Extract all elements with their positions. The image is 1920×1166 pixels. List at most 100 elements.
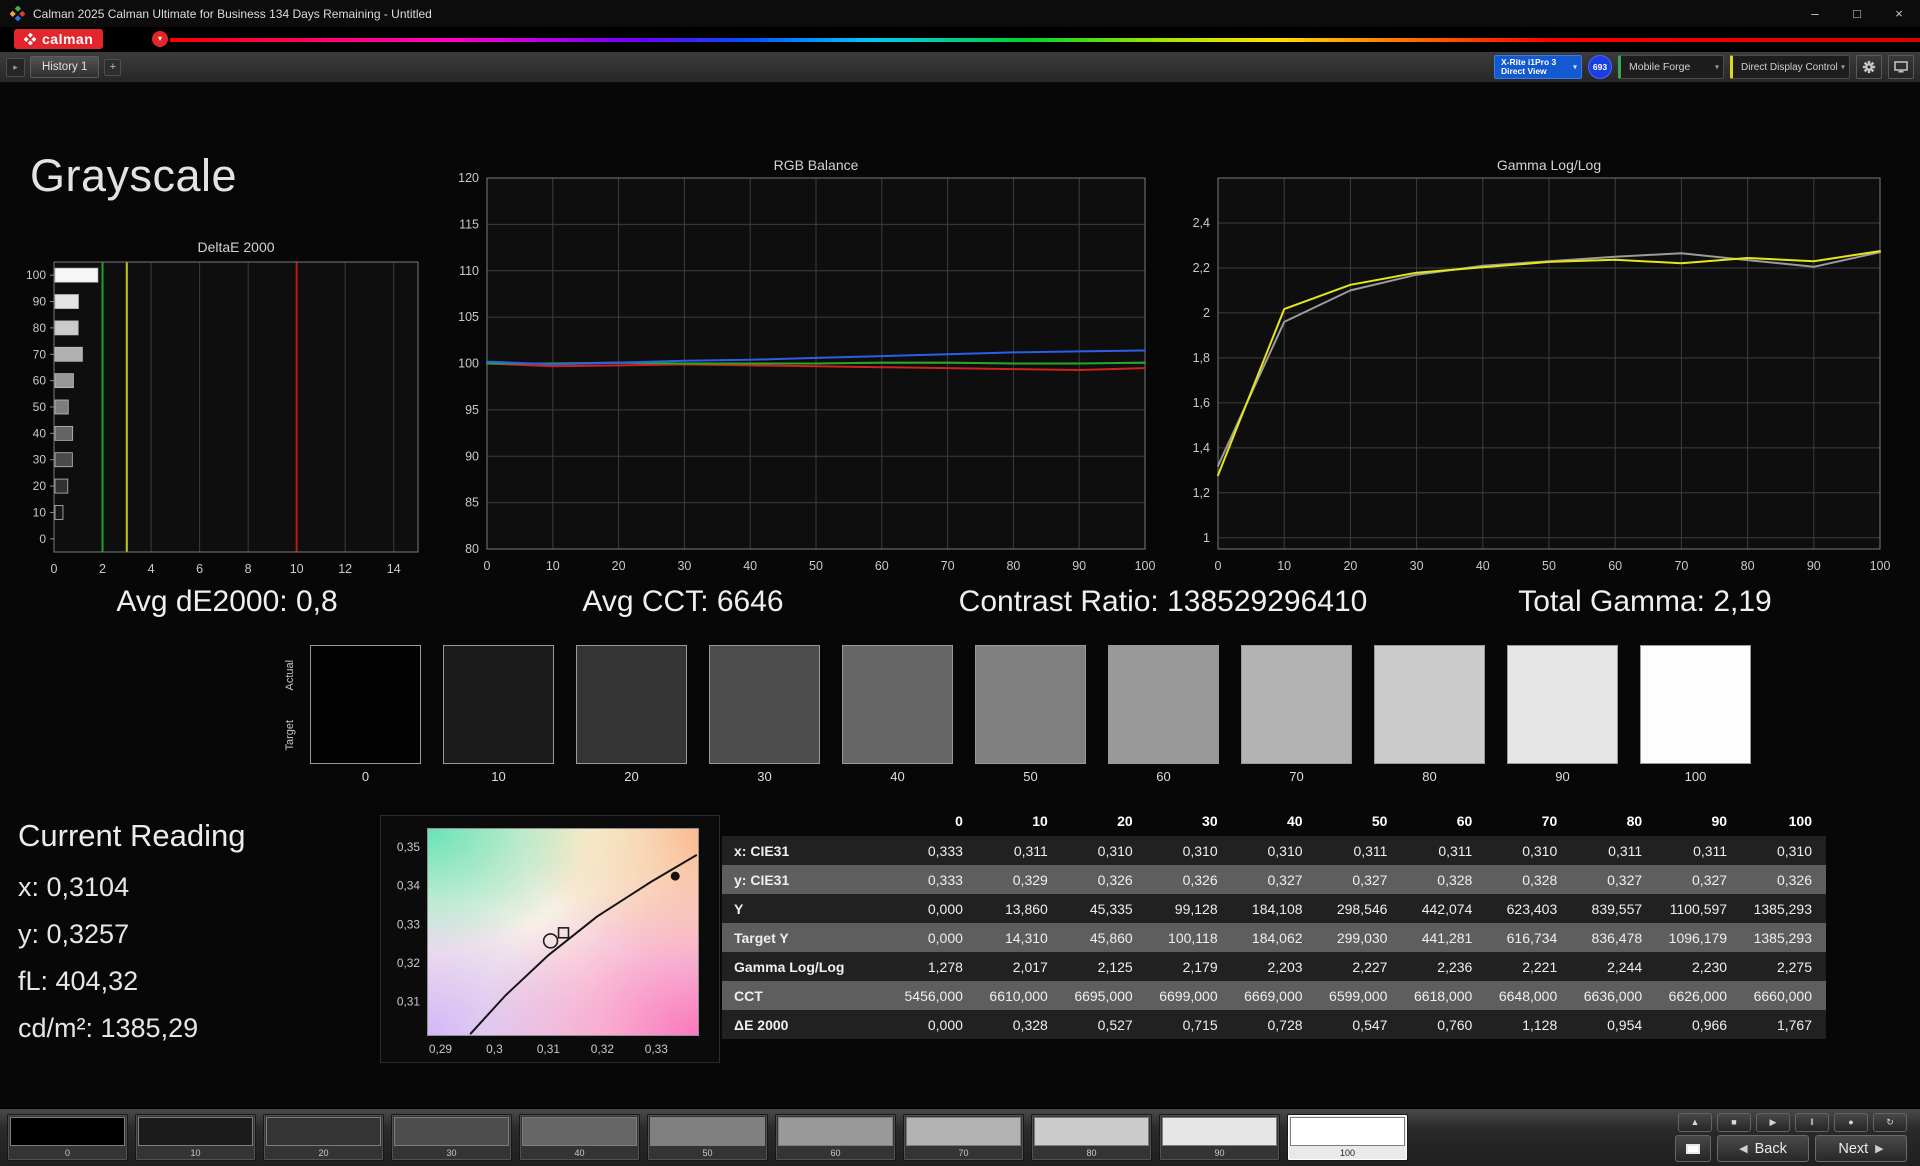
pattern-button-50[interactable]: 50 <box>647 1114 768 1161</box>
svg-text:2: 2 <box>1203 306 1210 320</box>
svg-text:100: 100 <box>26 268 46 282</box>
svg-text:120: 120 <box>458 171 479 185</box>
svg-text:90: 90 <box>33 295 47 309</box>
deltae-bar-30 <box>55 453 72 467</box>
svg-text:2,2: 2,2 <box>1193 261 1210 275</box>
deltae-bar-80 <box>55 321 78 335</box>
svg-text:40: 40 <box>743 559 757 573</box>
svg-text:0,35: 0,35 <box>397 840 421 854</box>
next-arrow-icon: ▶ <box>1875 1142 1883 1155</box>
table-cell: 0,310 <box>1741 836 1826 865</box>
svg-text:Gamma Log/Log: Gamma Log/Log <box>1497 157 1601 173</box>
svg-text:95: 95 <box>465 403 479 417</box>
grayscale-patch-100 <box>1640 645 1751 764</box>
table-row: ΔE 20000,0000,3280,5270,7150,7280,5470,7… <box>722 1010 1826 1039</box>
pattern-level-label: 50 <box>650 1148 765 1158</box>
next-button[interactable]: Next ▶ <box>1815 1135 1907 1162</box>
table-cell: 6695,000 <box>1062 981 1147 1010</box>
pattern-button-100[interactable]: 100 <box>1287 1114 1408 1161</box>
pause-icon-button[interactable]: ‖ <box>1795 1113 1829 1132</box>
table-header-row: 0102030405060708090100 <box>722 806 1826 836</box>
pattern-window-icon <box>1686 1144 1700 1154</box>
stop-icon-button[interactable]: ■ <box>1717 1113 1751 1132</box>
deltae-bar-60 <box>55 374 73 388</box>
pattern-button-0[interactable]: 0 <box>7 1114 128 1161</box>
table-cell: 0,728 <box>1232 1010 1317 1039</box>
pattern-button-70[interactable]: 70 <box>903 1114 1024 1161</box>
pattern-button-20[interactable]: 20 <box>263 1114 384 1161</box>
pattern-swatch <box>266 1117 381 1146</box>
svg-text:4: 4 <box>148 562 155 576</box>
svg-text:60: 60 <box>1608 559 1622 573</box>
table-cell: 1096,179 <box>1656 923 1741 952</box>
table-cell: 0,310 <box>1147 836 1232 865</box>
reading-x: x: 0,3104 <box>18 872 245 903</box>
record-icon-button[interactable]: ● <box>1834 1113 1868 1132</box>
eject-icon-button[interactable]: ▲ <box>1678 1113 1712 1132</box>
repeat-icon-button[interactable]: ↻ <box>1873 1113 1907 1132</box>
table-cell: 2,236 <box>1401 952 1486 981</box>
daylight-locus-curve <box>470 855 697 1034</box>
pattern-button-40[interactable]: 40 <box>519 1114 640 1161</box>
svg-text:0,32: 0,32 <box>397 956 421 970</box>
table-cell: 2,203 <box>1232 952 1317 981</box>
svg-text:0: 0 <box>39 532 46 546</box>
svg-text:2,4: 2,4 <box>1193 216 1210 230</box>
grayscale-page: Grayscale DeltaE 20001009080706050403020… <box>0 0 1920 1166</box>
pattern-buttons: 010203040 50 607080 90 100 <box>7 1114 1408 1161</box>
svg-text:0: 0 <box>484 559 491 573</box>
pattern-level-label: 90 <box>1162 1148 1277 1158</box>
svg-text:0,31: 0,31 <box>537 1042 561 1056</box>
table-cell: 6636,000 <box>1571 981 1656 1010</box>
svg-text:80: 80 <box>1006 559 1020 573</box>
patch-level-label: 40 <box>842 769 953 784</box>
table-cell: 184,108 <box>1232 894 1317 923</box>
svg-text:90: 90 <box>465 449 479 463</box>
deltae-bar-40 <box>55 426 73 440</box>
svg-text:105: 105 <box>458 310 479 324</box>
grayscale-patch-10 <box>443 645 554 764</box>
row-label: y: CIE31 <box>722 865 892 894</box>
table-cell: 0,311 <box>1317 836 1402 865</box>
row-label: Y <box>722 894 892 923</box>
patch-level-label: 90 <box>1507 769 1618 784</box>
table-cell: 0,328 <box>1401 865 1486 894</box>
table-cell: 2,221 <box>1486 952 1571 981</box>
pattern-button-30[interactable]: 30 <box>391 1114 512 1161</box>
grayscale-patch-unit: 0 <box>310 645 421 784</box>
table-cell: 441,281 <box>1401 923 1486 952</box>
play-icon-button[interactable]: ▶ <box>1756 1113 1790 1132</box>
svg-text:50: 50 <box>1542 559 1556 573</box>
svg-text:30: 30 <box>1410 559 1424 573</box>
back-button[interactable]: ◀ Back <box>1717 1135 1809 1162</box>
pattern-button-60[interactable]: 60 <box>775 1114 896 1161</box>
table-cell: 0,310 <box>1486 836 1571 865</box>
white-point-dot <box>671 872 680 881</box>
patch-level-label: 0 <box>310 769 421 784</box>
back-label: Back <box>1755 1141 1787 1157</box>
table-cell: 6618,000 <box>1401 981 1486 1010</box>
svg-text:0,34: 0,34 <box>397 879 421 893</box>
pattern-button-10[interactable]: 10 <box>135 1114 256 1161</box>
grayscale-patch-unit: 40 <box>842 645 953 784</box>
cie-chromaticity-chart: 0,350,340,330,320,310,290,30,310,320,33 <box>380 815 720 1063</box>
svg-text:2: 2 <box>99 562 106 576</box>
pattern-button-80[interactable]: 80 <box>1031 1114 1152 1161</box>
table-cell: 0,311 <box>977 836 1062 865</box>
table-row: Target Y0,00014,31045,860100,118184,0622… <box>722 923 1826 952</box>
table-cell: 839,557 <box>1571 894 1656 923</box>
pattern-button-90[interactable]: 90 <box>1159 1114 1280 1161</box>
grayscale-patch-unit: 70 <box>1241 645 1352 784</box>
table-cell: 6699,000 <box>1147 981 1232 1010</box>
grayscale-patch-unit: 60 <box>1108 645 1219 784</box>
table-row: Gamma Log/Log1,2782,0172,1252,1792,2032,… <box>722 952 1826 981</box>
svg-text:20: 20 <box>33 479 47 493</box>
grayscale-patch-unit: 30 <box>709 645 820 784</box>
table-cell: 616,734 <box>1486 923 1571 952</box>
deltae-2000-chart: DeltaE 200010090807060504030201000246810… <box>8 236 463 586</box>
pattern-window-button[interactable] <box>1675 1135 1711 1162</box>
table-row: Y0,00013,86045,33599,128184,108298,54644… <box>722 894 1826 923</box>
pattern-swatch <box>394 1117 509 1146</box>
measurement-table: 0102030405060708090100x: CIE310,3330,311… <box>722 806 1826 1039</box>
svg-text:DeltaE 2000: DeltaE 2000 <box>197 239 274 255</box>
